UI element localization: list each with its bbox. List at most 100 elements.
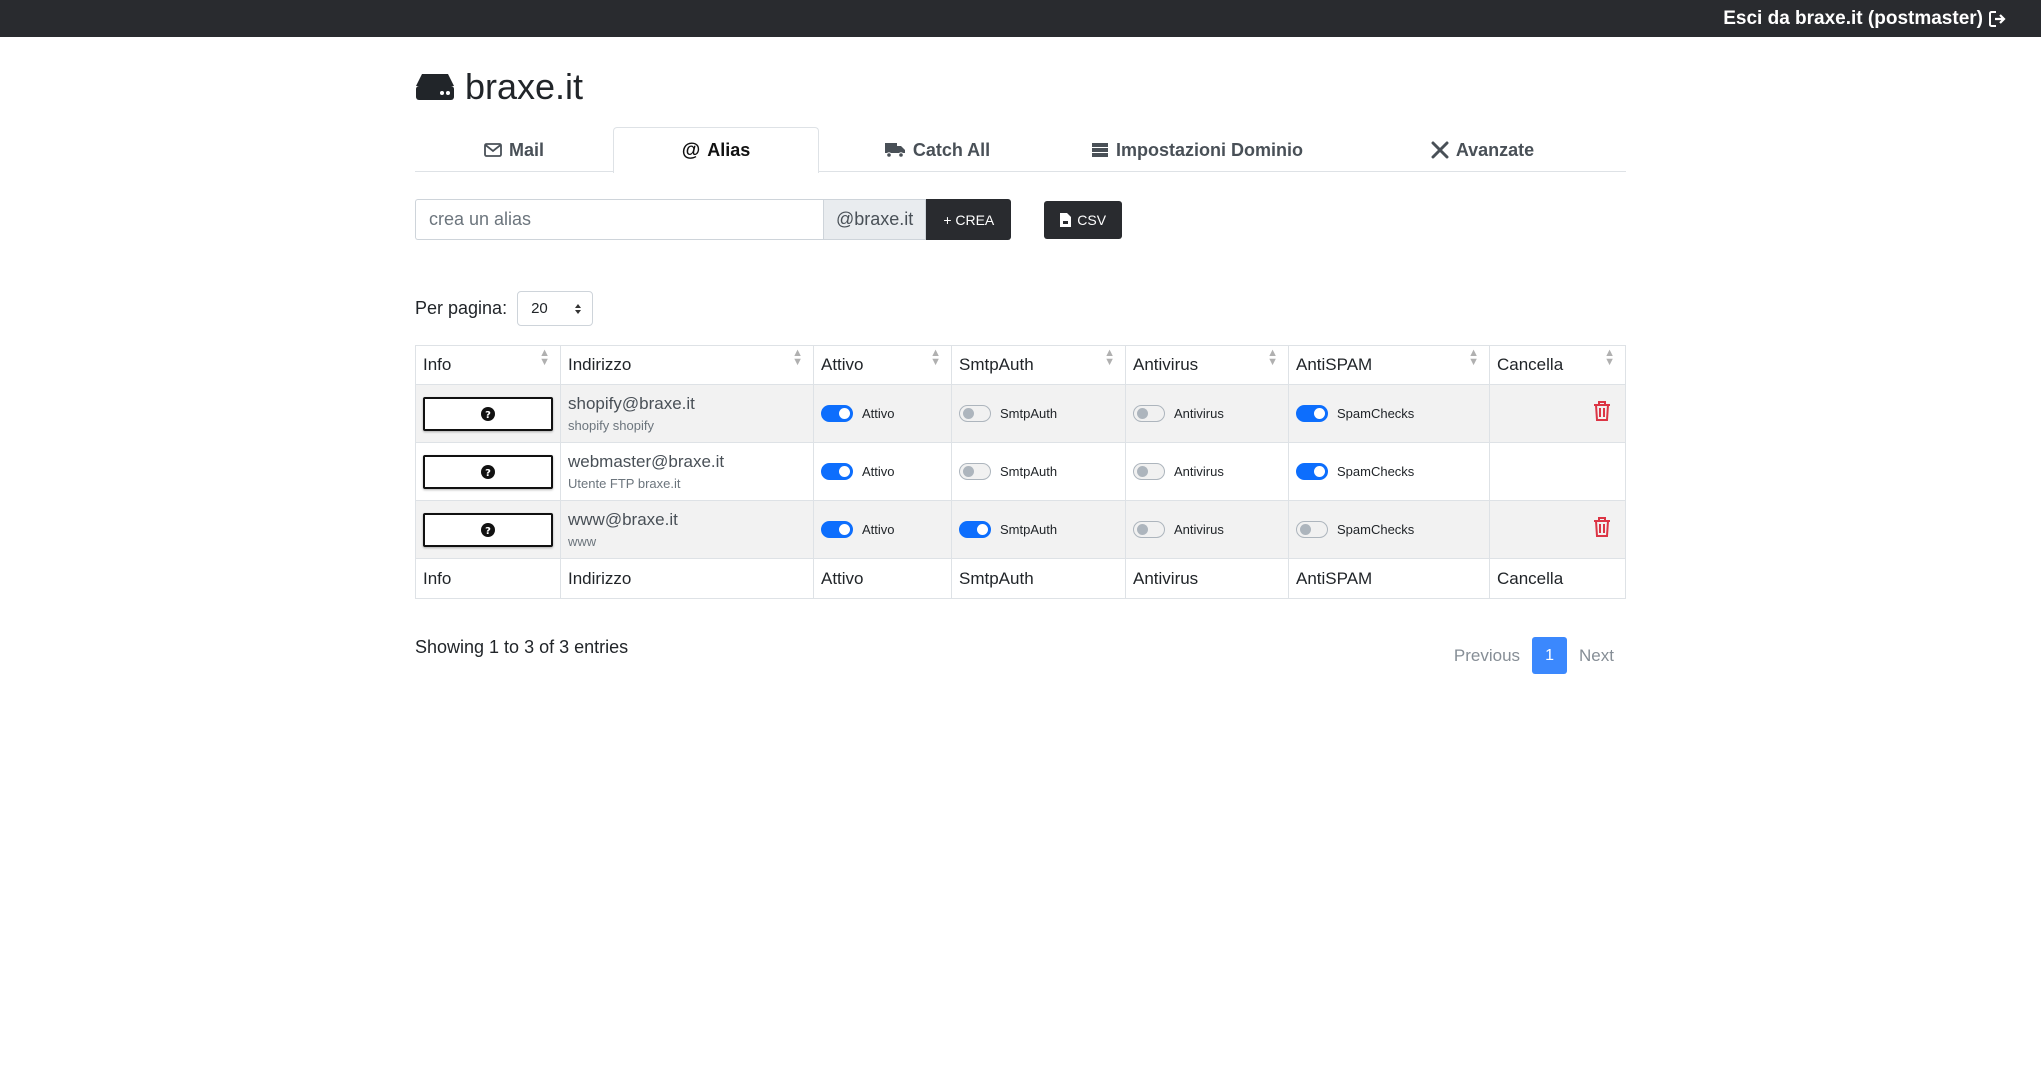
alias-input[interactable] (415, 199, 823, 240)
smtpauth-switch[interactable]: SmtpAuth (959, 405, 1118, 422)
footer-cancella: Cancella (1489, 558, 1626, 599)
header-antispam[interactable]: AntiSPAM ▲ ▼ (1288, 345, 1490, 385)
info-button[interactable]: ? (423, 512, 553, 547)
toggle-knob (963, 408, 974, 419)
toggle-track[interactable] (821, 463, 853, 480)
tab-alias[interactable]: @ Alias (613, 127, 819, 173)
antispam-switch[interactable]: SpamChecks (1296, 463, 1482, 480)
toggle-knob (839, 466, 850, 477)
logout-link[interactable]: Esci da braxe.it (postmaster) (1723, 8, 2007, 30)
logout-label: Esci da braxe.it (postmaster) (1723, 7, 1983, 29)
svg-text:?: ? (485, 526, 491, 537)
server-icon (1092, 143, 1108, 157)
attivo-cell: Attivo (813, 442, 952, 501)
tab-mail[interactable]: Mail (415, 127, 613, 172)
smtpauth-cell: SmtpAuth (951, 384, 1126, 443)
toggle-track[interactable] (1296, 405, 1328, 422)
table-header-row: Info ▲ ▼ Indirizzo ▲ ▼ Attivo ▲ ▼ SmtpAuth ▲ ▼ A… (415, 345, 1626, 385)
toggle-track[interactable] (1133, 463, 1165, 480)
toggle-track[interactable] (959, 463, 991, 480)
toggle-knob (1137, 408, 1148, 419)
toggle-knob (839, 524, 850, 535)
page-1-button[interactable]: 1 (1532, 637, 1568, 674)
antivirus-switch-label: Antivirus (1174, 406, 1224, 421)
toggle-knob (1314, 408, 1325, 419)
toggle-track[interactable] (821, 405, 853, 422)
antispam-switch[interactable]: SpamChecks (1296, 405, 1482, 422)
toggle-track[interactable] (959, 521, 991, 538)
table-row: ? webmaster@braxe.it Utente FTP braxe.it… (415, 442, 1626, 501)
antispam-switch[interactable]: SpamChecks (1296, 521, 1482, 538)
toggle-track[interactable] (1133, 405, 1165, 422)
create-button[interactable]: + CREA (926, 199, 1012, 240)
toggle-knob (1137, 524, 1148, 535)
csv-button[interactable]: CSV (1044, 200, 1123, 239)
next-button[interactable]: Next (1567, 646, 1626, 666)
domain-suffix: @braxe.it (823, 199, 927, 240)
trash-icon[interactable] (1592, 400, 1612, 427)
footer-smtpauth: SmtpAuth (951, 558, 1126, 599)
smtpauth-switch-label: SmtpAuth (1000, 406, 1058, 421)
main-container: braxe.it Mail @ Alias Catch All Impostaz… (415, 37, 1626, 674)
attivo-switch[interactable]: Attivo (821, 463, 944, 480)
attivo-cell: Attivo (813, 500, 952, 559)
header-cancella[interactable]: Cancella ▲ ▼ (1489, 345, 1626, 385)
antivirus-switch[interactable]: Antivirus (1133, 405, 1281, 422)
entries-info: Showing 1 to 3 of 3 entries (415, 637, 629, 657)
question-circle-icon: ? (481, 406, 495, 421)
header-smtpauth[interactable]: SmtpAuth ▲ ▼ (951, 345, 1126, 385)
toggle-knob (839, 408, 850, 419)
toggle-track[interactable] (1296, 521, 1328, 538)
toggle-knob (1137, 466, 1148, 477)
tab-avanzate[interactable]: Avanzate (1339, 127, 1626, 172)
smtpauth-cell: SmtpAuth (951, 500, 1126, 559)
sign-out-icon (1989, 10, 2006, 27)
toggle-track[interactable] (1296, 463, 1328, 480)
address-cell: www@braxe.it www (560, 500, 814, 559)
smtpauth-switch-label: SmtpAuth (1000, 464, 1058, 479)
smtpauth-cell: SmtpAuth (951, 442, 1126, 501)
file-csv-icon (1060, 212, 1072, 227)
footer-indirizzo: Indirizzo (560, 558, 814, 599)
toggle-track[interactable] (959, 405, 991, 422)
antivirus-switch[interactable]: Antivirus (1133, 463, 1281, 480)
antispam-cell: SpamChecks (1288, 500, 1490, 559)
antivirus-switch[interactable]: Antivirus (1133, 521, 1281, 538)
create-alias-form: @braxe.it + CREA CSV (415, 199, 1626, 240)
tools-icon (1431, 141, 1449, 159)
antivirus-cell: Antivirus (1125, 442, 1289, 501)
delete-cell (1489, 500, 1626, 559)
alias-description: Utente FTP braxe.it (568, 476, 681, 491)
header-indirizzo[interactable]: Indirizzo ▲ ▼ (560, 345, 814, 385)
per-page-label: Per pagina: (415, 298, 508, 318)
toggle-track[interactable] (1133, 521, 1165, 538)
smtpauth-switch[interactable]: SmtpAuth (959, 463, 1118, 480)
header-antivirus[interactable]: Antivirus ▲ ▼ (1125, 345, 1289, 385)
info-button[interactable]: ? (423, 454, 553, 489)
attivo-switch[interactable]: Attivo (821, 405, 944, 422)
footer-attivo: Attivo (813, 558, 952, 599)
question-circle-icon: ? (481, 522, 495, 537)
trash-icon[interactable] (1592, 516, 1612, 543)
header-attivo[interactable]: Attivo ▲ ▼ (813, 345, 952, 385)
attivo-switch[interactable]: Attivo (821, 521, 944, 538)
info-button[interactable]: ? (423, 396, 553, 431)
per-page-select[interactable]: 20 (517, 291, 594, 326)
header-info[interactable]: Info ▲ ▼ (415, 345, 561, 385)
antispam-cell: SpamChecks (1288, 442, 1490, 501)
address-cell: shopify@braxe.it shopify shopify (560, 384, 814, 443)
tab-impostazioni-dominio[interactable]: Impostazioni Dominio (1055, 127, 1339, 172)
brand-title: braxe.it (465, 66, 584, 107)
question-circle-icon: ? (481, 464, 495, 479)
antivirus-switch-label: Antivirus (1174, 522, 1224, 537)
toggle-track[interactable] (821, 521, 853, 538)
csv-label: CSV (1077, 211, 1107, 228)
brand-header: braxe.it (415, 65, 1626, 109)
attivo-switch-label: Attivo (862, 464, 895, 479)
info-cell: ? (415, 384, 561, 443)
tab-catch-all[interactable]: Catch All (819, 127, 1055, 172)
previous-button[interactable]: Previous (1442, 646, 1532, 666)
antispam-switch-label: SpamChecks (1337, 464, 1415, 479)
smtpauth-switch[interactable]: SmtpAuth (959, 521, 1118, 538)
footer-antispam: AntiSPAM (1288, 558, 1490, 599)
